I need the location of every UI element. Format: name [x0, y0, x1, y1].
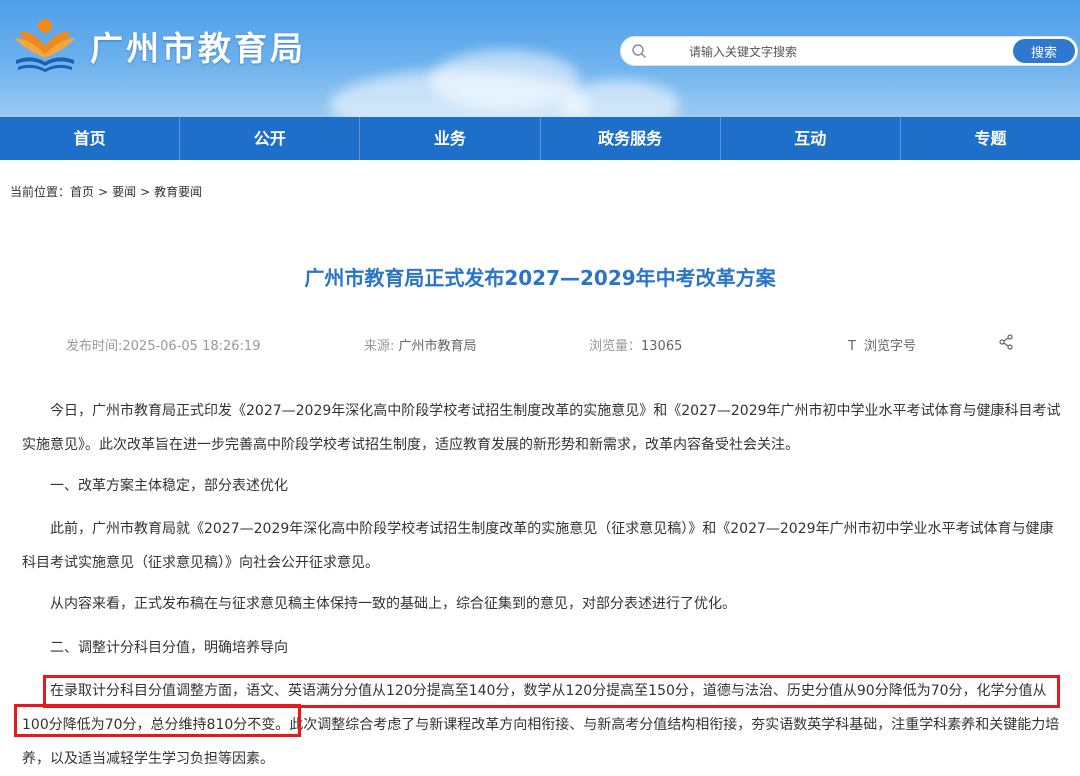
font-size-toggle[interactable]: T 浏览字号 [848, 335, 916, 354]
search-box: 搜索 [620, 36, 1078, 66]
nav-item-public[interactable]: 公开 [180, 117, 361, 160]
search-button[interactable]: 搜索 [1013, 39, 1075, 63]
font-size-icon: T [848, 339, 856, 354]
cloud-decoration [430, 50, 580, 110]
site-title[interactable]: 广州市教育局 [90, 22, 306, 70]
share-icon[interactable] [998, 334, 1014, 350]
main-nav: 首页 公开 业务 政务服务 互动 专题 [0, 117, 1080, 160]
publish-time-value: 2025-06-05 18:26:19 [122, 339, 261, 354]
article-paragraph: 今日，广州市教育局正式印发《2027—2029年深化高中阶段学校考试招生制度改革… [22, 394, 1062, 462]
font-size-label: 浏览字号 [863, 339, 916, 354]
article-section-heading: 一、改革方案主体稳定，部分表述优化 [22, 469, 1062, 503]
breadcrumb-separator: > [140, 185, 151, 199]
article-paragraph: 从内容来看，正式发布稿在与征求意见稿主体保持一致的基础上，综合征集到的意见，对部… [22, 587, 1062, 621]
nav-item-home[interactable]: 首页 [0, 117, 181, 160]
nav-item-business[interactable]: 业务 [360, 117, 541, 160]
header-banner: 广州市教育局 搜索 [0, 0, 1080, 117]
paragraph-intro: 今日，广州市教育局正式印发《2027—2029年深化高中阶段学校考试招生制度改革… [22, 403, 1061, 453]
section-heading-2: 二、调整计分科目分值，明确培养导向 [50, 640, 288, 656]
section-heading-1: 一、改革方案主体稳定，部分表述优化 [50, 478, 288, 494]
search-icon [632, 44, 646, 58]
breadcrumb-separator: > [98, 185, 109, 199]
breadcrumb-label: 当前位置： [10, 185, 71, 199]
source-value: 广州市教育局 [398, 339, 477, 354]
site-logo-icon[interactable] [12, 16, 78, 74]
breadcrumb: 当前位置：首页 > 要闻 > 教育要闻 [10, 183, 202, 200]
nav-item-interaction[interactable]: 互动 [721, 117, 901, 160]
views-label: 浏览量： [589, 339, 642, 354]
publish-time-label: 发布时间: [66, 339, 123, 354]
paragraph-optimization: 从内容来看，正式发布稿在与征求意见稿主体保持一致的基础上，综合征集到的意见，对部… [50, 596, 736, 612]
article-paragraph: 此前，广州市教育局就《2027—2029年深化高中阶段学校考试招生制度改革的实施… [22, 512, 1062, 580]
breadcrumb-link-edu-news[interactable]: 教育要闻 [154, 185, 202, 199]
article-section-heading: 二、调整计分科目分值，明确培养导向 [22, 631, 1062, 665]
nav-item-gov-service[interactable]: 政务服务 [541, 117, 721, 160]
views-value: 13065 [641, 339, 683, 354]
paragraph-consultation: 此前，广州市教育局就《2027—2029年深化高中阶段学校考试招生制度改革的实施… [22, 521, 1054, 571]
breadcrumb-link-home[interactable]: 首页 [70, 185, 94, 199]
publish-time: 发布时间:2025-06-05 18:26:19 [66, 335, 260, 354]
breadcrumb-link-news[interactable]: 要闻 [112, 185, 136, 199]
article-title: 广州市教育局正式发布2027—2029年中考改革方案 [304, 266, 776, 290]
red-highlight-box [14, 704, 301, 737]
view-count: 浏览量：13065 [589, 335, 682, 354]
article-source: 来源: 广州市教育局 [364, 335, 477, 354]
search-input[interactable] [657, 40, 1021, 64]
source-label: 来源: [364, 339, 395, 354]
nav-item-topics[interactable]: 专题 [901, 117, 1080, 160]
